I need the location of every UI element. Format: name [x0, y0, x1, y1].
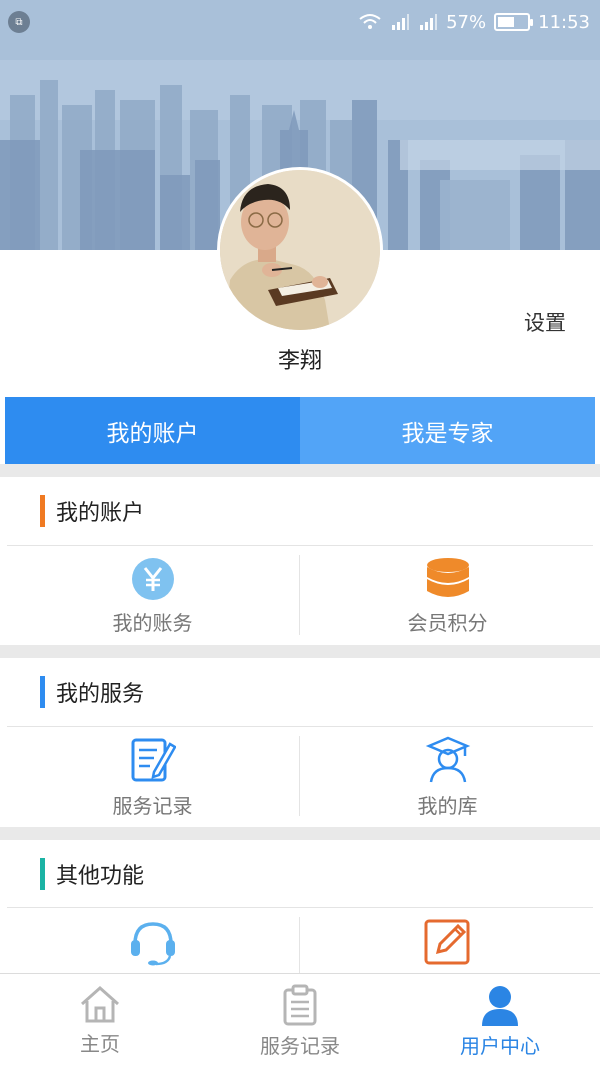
- bottom-nav: 主页 服务记录 用户中心: [0, 973, 600, 1067]
- service-records-label: 服务记录: [112, 794, 193, 818]
- section-my-account: 我的账户 我的账务 会员积分: [0, 477, 600, 645]
- divider: [7, 726, 593, 727]
- section-accent-bar: [40, 676, 45, 708]
- section-title-text: 我的服务: [56, 682, 145, 707]
- clock: 11:53: [538, 11, 590, 33]
- signal-icon: [392, 14, 410, 30]
- section-accent-bar: [40, 495, 45, 527]
- section-other-functions: 其他功能: [0, 840, 600, 973]
- graduate-user-icon: [425, 736, 470, 783]
- nav-user-center-label: 用户中心: [460, 1034, 540, 1058]
- my-finance-label: 我的账务: [112, 611, 193, 635]
- battery-icon: [494, 13, 534, 31]
- avatar-photo: [220, 170, 380, 330]
- yuan-coin-icon: [131, 558, 174, 600]
- nav-service-records-label: 服务记录: [260, 1034, 340, 1058]
- status-bar: ⧉ 57% 11:53: [0, 0, 600, 44]
- divider: [7, 545, 593, 546]
- my-library-item[interactable]: 我的库: [300, 736, 595, 819]
- nav-home-label: 主页: [80, 1032, 120, 1056]
- wifi-icon: [359, 14, 381, 29]
- divider: [7, 907, 593, 908]
- headset-icon: [130, 922, 175, 966]
- settings-button[interactable]: 设置: [524, 307, 566, 337]
- my-finance-item[interactable]: 我的账务: [5, 557, 300, 636]
- nav-user-center[interactable]: 用户中心: [400, 974, 600, 1067]
- section-separator: [0, 827, 600, 840]
- nav-service-records[interactable]: 服务记录: [200, 974, 400, 1067]
- section-separator: [0, 464, 600, 477]
- nav-home[interactable]: 主页: [0, 974, 200, 1067]
- section-title: 其他功能: [40, 857, 144, 891]
- section-my-service: 我的服务 服务记录 我的库: [0, 658, 600, 827]
- section-title-text: 我的账户: [56, 501, 145, 526]
- member-points-item[interactable]: 会员积分: [300, 557, 595, 636]
- notification-app-icon: ⧉: [8, 11, 30, 33]
- edit-square-icon: [424, 919, 469, 965]
- user-name: 李翔: [277, 349, 322, 374]
- home-icon: [81, 985, 119, 1023]
- customer-service-item[interactable]: [5, 918, 300, 966]
- signal-icon-2: [420, 14, 438, 30]
- tab-i-am-expert[interactable]: 我是专家: [300, 397, 595, 464]
- battery-percent: 57%: [446, 11, 487, 33]
- avatar[interactable]: [217, 167, 383, 333]
- section-title-text: 其他功能: [56, 864, 145, 889]
- section-title: 我的服务: [40, 675, 144, 709]
- tab-my-account[interactable]: 我的账户: [5, 397, 300, 464]
- member-points-label: 会员积分: [407, 611, 488, 635]
- document-edit-icon: [131, 738, 176, 782]
- account-tabs: 我的账户 我是专家: [5, 397, 595, 464]
- database-coins-icon: [426, 558, 469, 597]
- section-title: 我的账户: [40, 494, 144, 528]
- service-records-item[interactable]: 服务记录: [5, 736, 300, 819]
- section-separator: [0, 645, 600, 658]
- user-icon: [482, 986, 518, 1026]
- section-accent-bar: [40, 858, 45, 890]
- feedback-item[interactable]: [300, 918, 595, 966]
- clipboard-icon: [283, 984, 317, 1026]
- my-library-label: 我的库: [417, 794, 478, 818]
